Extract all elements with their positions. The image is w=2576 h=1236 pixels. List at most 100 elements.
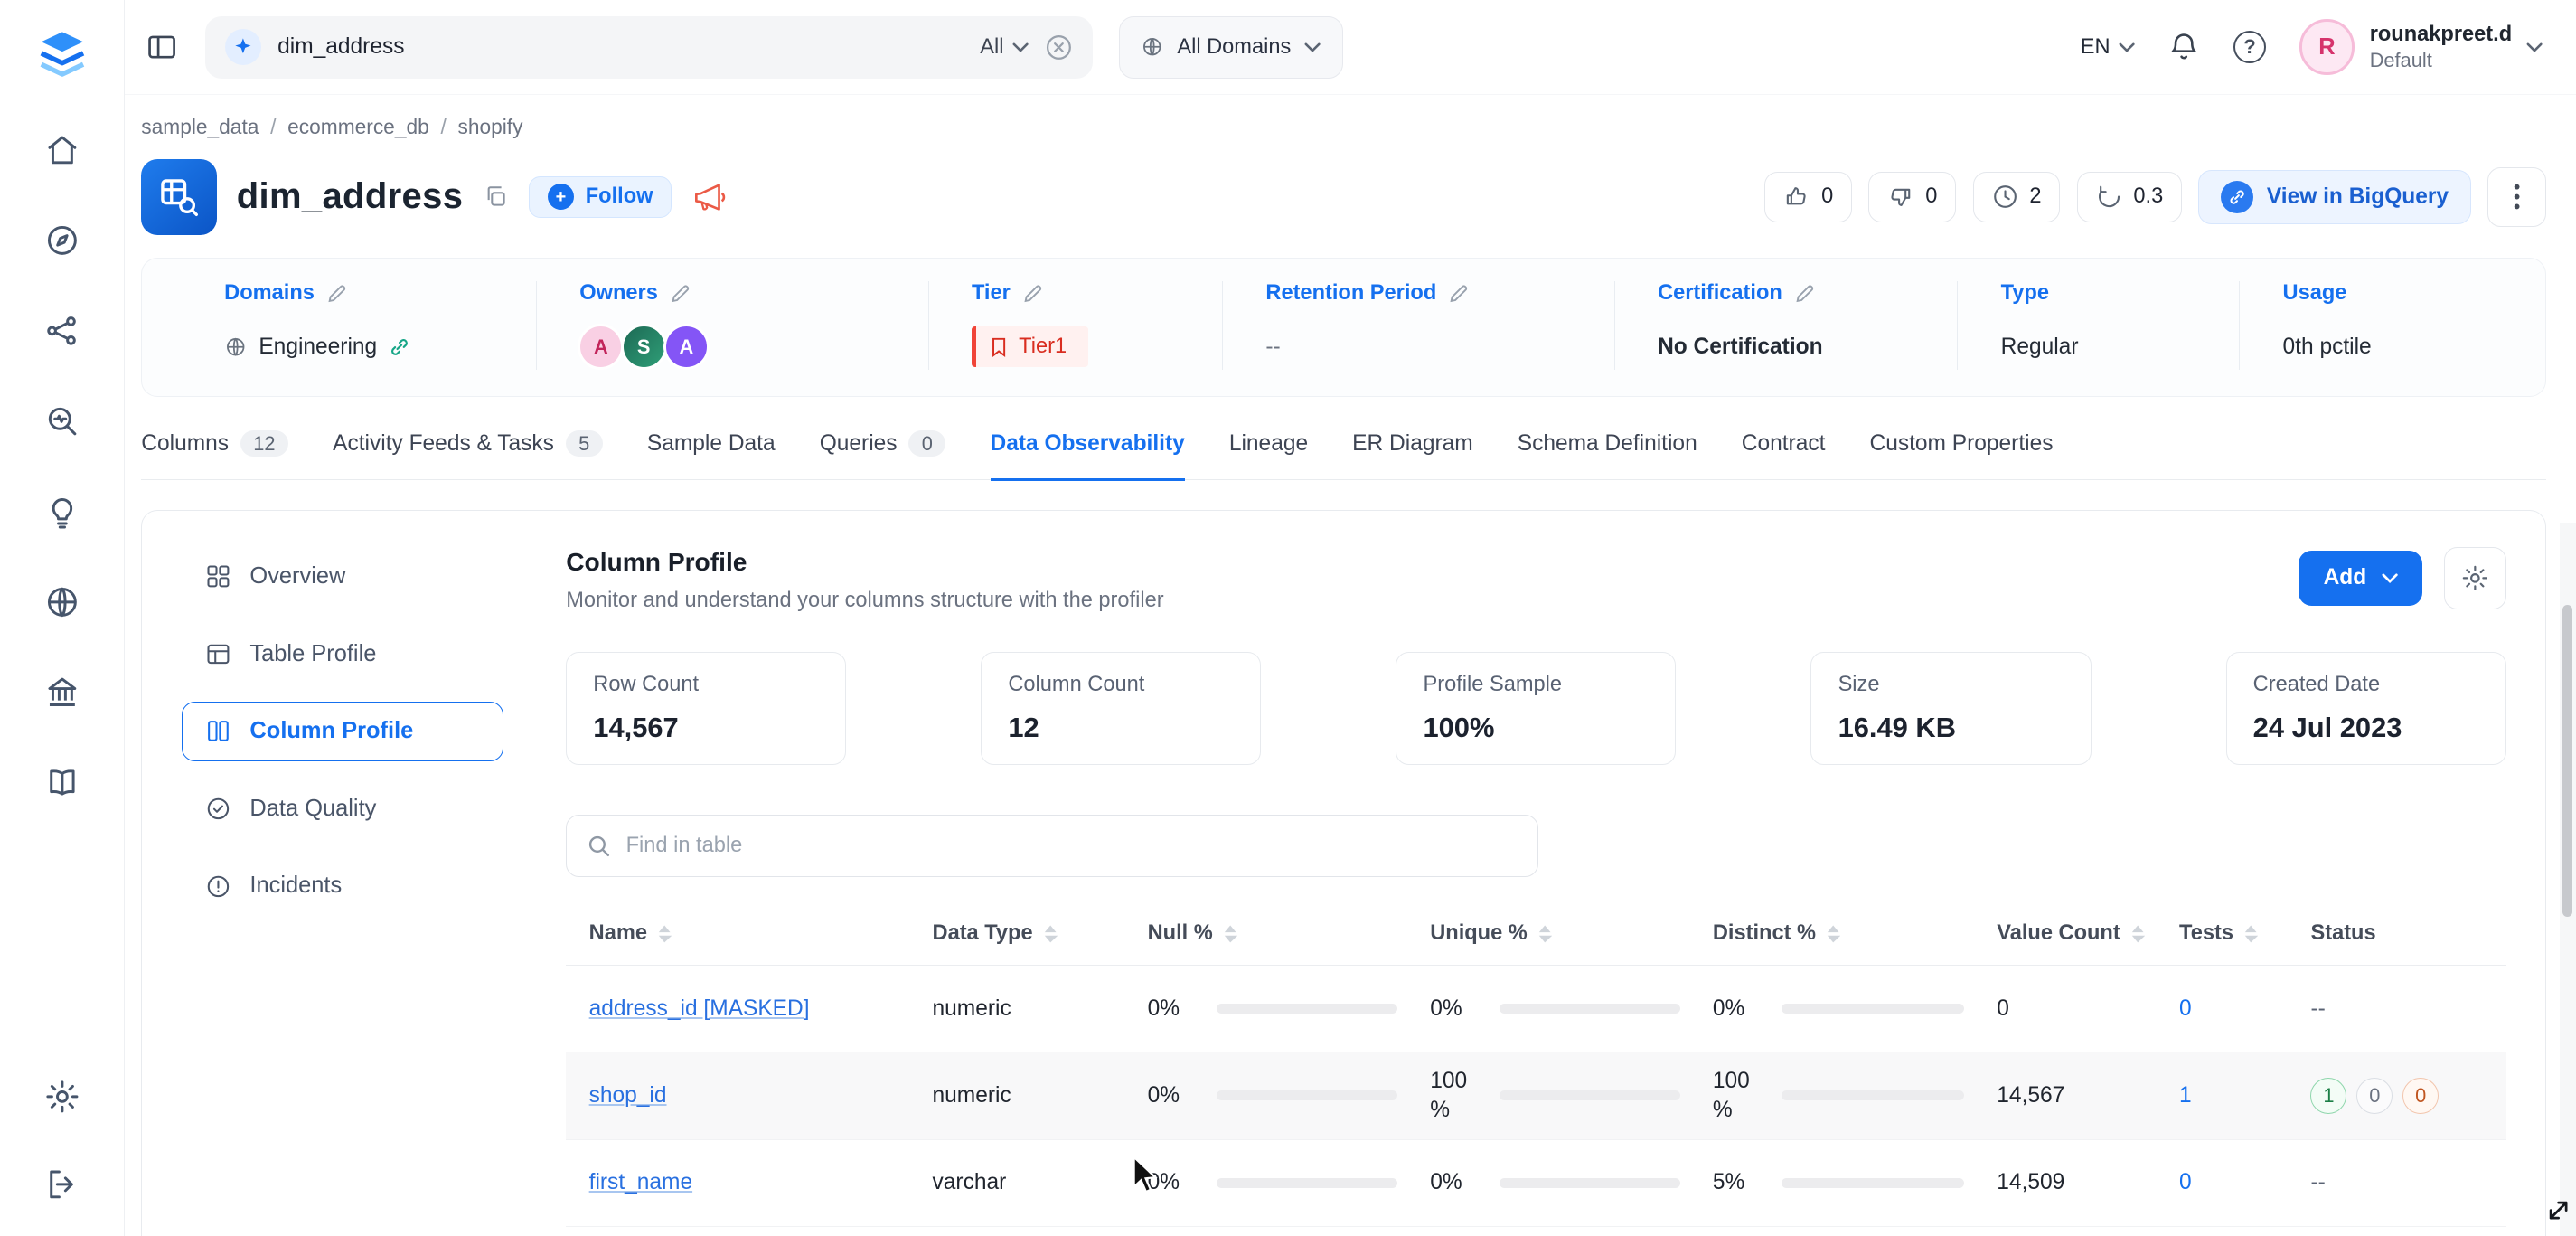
breadcrumb-service[interactable]: sample_data — [141, 115, 259, 139]
nav-observability-icon[interactable] — [43, 402, 81, 440]
user-menu[interactable]: R rounakpreet.d Default — [2299, 19, 2543, 75]
profiler-nav-overview[interactable]: Overview — [182, 547, 503, 607]
app-logo[interactable] — [31, 23, 93, 85]
view-in-bigquery-button[interactable]: View in BigQuery — [2198, 170, 2470, 224]
tab-queries[interactable]: Queries0 — [820, 430, 946, 481]
edit-certification-icon[interactable] — [1794, 283, 1816, 305]
nav-lineage-icon[interactable] — [43, 312, 81, 350]
certification-value: No Certification — [1658, 335, 1823, 360]
domains-filter-dropdown[interactable]: All Domains — [1119, 16, 1343, 79]
tier-badge[interactable]: Tier1 — [972, 326, 1088, 367]
retention-value: -- — [1265, 335, 1280, 360]
logout-icon[interactable] — [43, 1165, 81, 1203]
edit-domains-icon[interactable] — [326, 283, 348, 305]
tests-link[interactable]: 0 — [2179, 1170, 2192, 1194]
downvote-button[interactable]: 0 — [1868, 172, 1956, 223]
profiler-nav-data-quality[interactable]: Data Quality — [182, 779, 503, 839]
domains-label: Domains — [224, 281, 315, 306]
tab-schema-definition[interactable]: Schema Definition — [1518, 430, 1697, 481]
breadcrumb-schema[interactable]: shopify — [457, 115, 522, 139]
table-row: address_id [MASKED] numeric 0% 0% 0% 0 0… — [566, 966, 2505, 1052]
owner-avatar[interactable]: A — [578, 324, 624, 370]
announcement-icon[interactable] — [691, 180, 726, 214]
help-icon[interactable]: ? — [2233, 31, 2266, 63]
usage-label: Usage — [2283, 281, 2347, 306]
language-selector[interactable]: EN — [2081, 35, 2135, 60]
nav-home-icon[interactable] — [43, 131, 81, 169]
status-aborted-badge[interactable]: 0 — [2356, 1078, 2393, 1114]
stat-row-count: Row Count14,567 — [566, 652, 846, 765]
col-header-null[interactable]: Null % — [1148, 921, 1431, 946]
table-search[interactable] — [566, 815, 1538, 877]
col-header-tests[interactable]: Tests — [2179, 921, 2310, 946]
col-header-data-type[interactable]: Data Type — [933, 921, 1148, 946]
profiler-nav-incidents[interactable]: Incidents — [182, 856, 503, 916]
views-button[interactable]: 2 — [1973, 172, 2061, 223]
sidebar-toggle-icon[interactable] — [145, 30, 179, 64]
scrollbar-thumb[interactable] — [2562, 605, 2572, 917]
table-icon — [204, 640, 232, 668]
search-scope-value: All — [980, 35, 1003, 60]
nav-govern-icon[interactable] — [43, 674, 81, 712]
breadcrumb-separator: / — [270, 115, 276, 139]
follow-button[interactable]: + Follow — [529, 176, 672, 218]
global-search[interactable]: All — [205, 16, 1093, 79]
more-options-button[interactable] — [2487, 167, 2546, 226]
value-count-cell: 14,509 — [1997, 1170, 2179, 1195]
score-button[interactable]: 0.3 — [2077, 172, 2183, 223]
domains-value[interactable]: Engineering — [259, 335, 377, 360]
nav-glossary-icon[interactable] — [43, 764, 81, 802]
tab-contract[interactable]: Contract — [1742, 430, 1826, 481]
column-link[interactable]: shop_id — [589, 1083, 667, 1108]
unique-pct-cell: 0% — [1430, 995, 1713, 1024]
grid-icon — [204, 562, 232, 590]
tab-columns[interactable]: Columns12 — [141, 430, 288, 481]
edit-tier-icon[interactable] — [1022, 283, 1044, 305]
tab-er-diagram[interactable]: ER Diagram — [1352, 430, 1473, 481]
column-profile-content: Column Profile Monitor and understand yo… — [566, 547, 2505, 1236]
find-in-table-input[interactable] — [626, 834, 1518, 858]
usage-value: 0th pctile — [2283, 335, 2372, 360]
user-avatar[interactable]: R — [2299, 19, 2355, 75]
tab-custom-properties[interactable]: Custom Properties — [1869, 430, 2053, 481]
search-scope-dropdown[interactable]: All — [980, 35, 1029, 60]
owner-avatar[interactable]: S — [621, 324, 667, 370]
profiler-nav-column-profile[interactable]: Column Profile — [182, 702, 503, 761]
tab-sample-data[interactable]: Sample Data — [647, 430, 776, 481]
tests-link[interactable]: 1 — [2179, 1083, 2192, 1108]
col-header-value-count[interactable]: Value Count — [1997, 921, 2179, 946]
status-passed-badge[interactable]: 1 — [2310, 1078, 2346, 1114]
sidebar-bottom — [43, 1078, 81, 1203]
tab-data-observability[interactable]: Data Observability — [991, 430, 1185, 481]
tab-lineage[interactable]: Lineage — [1229, 430, 1308, 481]
notifications-bell-icon[interactable] — [2167, 31, 2200, 63]
settings-gear-icon[interactable] — [43, 1078, 81, 1116]
nav-domains-icon[interactable] — [43, 583, 81, 621]
nav-insights-icon[interactable] — [43, 493, 81, 531]
column-link[interactable]: first_name — [589, 1170, 692, 1194]
profiler-nav-table-profile[interactable]: Table Profile — [182, 624, 503, 684]
page-title: dim_address — [237, 176, 464, 217]
tests-link[interactable]: 0 — [2179, 996, 2192, 1021]
chevron-down-icon — [2526, 42, 2543, 52]
global-search-input[interactable] — [277, 34, 964, 60]
breadcrumb-database[interactable]: ecommerce_db — [287, 115, 429, 139]
col-header-name[interactable]: Name — [589, 921, 933, 946]
upvote-button[interactable]: 0 — [1764, 172, 1852, 223]
profiler-settings-button[interactable] — [2444, 547, 2506, 609]
add-button[interactable]: Add — [2299, 551, 2422, 606]
col-header-unique[interactable]: Unique % — [1430, 921, 1713, 946]
edit-owners-icon[interactable] — [670, 283, 691, 305]
status-failed-badge[interactable]: 0 — [2402, 1078, 2439, 1114]
edit-retention-icon[interactable] — [1448, 283, 1470, 305]
table-entity-icon — [141, 159, 217, 235]
col-header-distinct[interactable]: Distinct % — [1713, 921, 1997, 946]
nav-explore-icon[interactable] — [43, 222, 81, 259]
copy-name-icon[interactable] — [483, 184, 509, 210]
search-clear-icon[interactable] — [1045, 33, 1073, 61]
column-profile-table: Name Data Type Null % Unique % Distinct … — [566, 903, 2505, 1227]
owner-avatar[interactable]: A — [663, 324, 710, 370]
progress-bar — [1782, 1178, 1964, 1188]
column-link[interactable]: address_id [MASKED] — [589, 996, 810, 1021]
tab-activity-feeds[interactable]: Activity Feeds & Tasks5 — [333, 430, 603, 481]
